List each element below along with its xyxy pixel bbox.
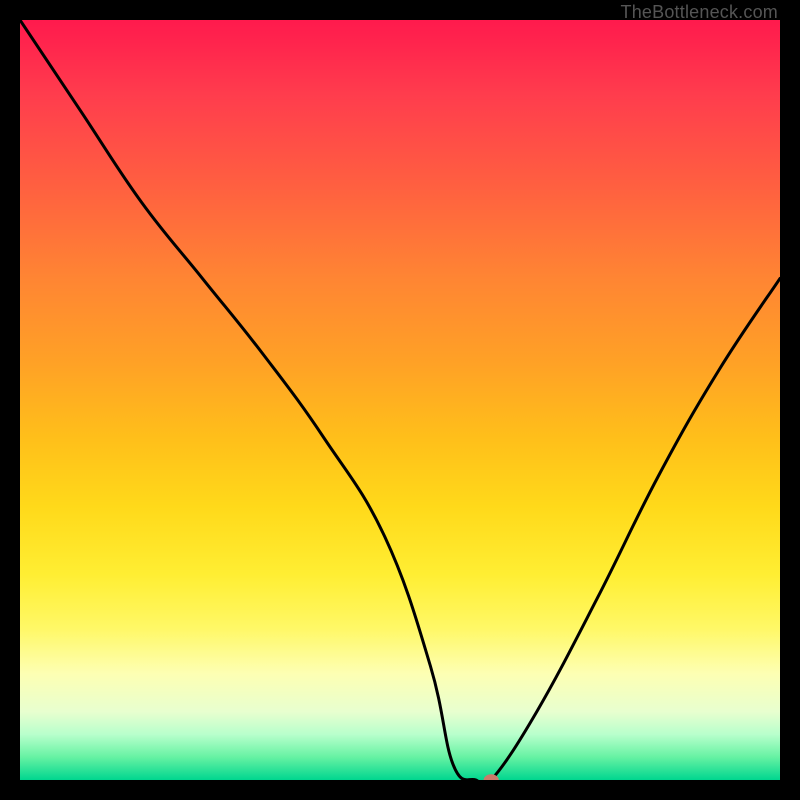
- chart-plot-area: [20, 20, 780, 780]
- chart-frame: TheBottleneck.com: [0, 0, 800, 800]
- chart-svg: [20, 20, 780, 780]
- bottleneck-curve-path: [20, 20, 780, 780]
- curve-marker: [484, 774, 499, 780]
